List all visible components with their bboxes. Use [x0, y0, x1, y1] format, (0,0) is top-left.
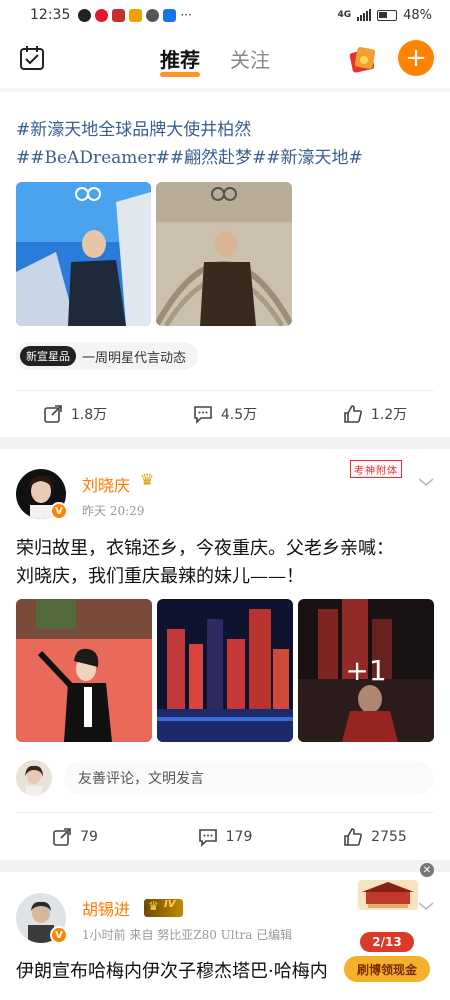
like-count: 1.2万: [370, 407, 408, 423]
like-button[interactable]: 1.2万: [300, 394, 450, 434]
thumbs-up-icon: [344, 405, 362, 423]
promo-banner-image[interactable]: [358, 880, 418, 910]
repost-count: 1.8万: [70, 407, 108, 423]
notification-app-icon: [146, 8, 160, 22]
chevron-down-icon[interactable]: [416, 896, 436, 916]
topic-badge: 新宣星品: [20, 346, 76, 366]
tab-following[interactable]: 关注: [230, 44, 270, 73]
username[interactable]: 胡锡进: [82, 896, 130, 920]
like-count: 2755: [371, 829, 407, 845]
chevron-down-icon[interactable]: [416, 472, 436, 492]
crown-icon: ♛: [140, 470, 155, 489]
topic-chip[interactable]: 新宣星品 一周明星代言动态: [16, 342, 199, 370]
action-divider: [16, 390, 434, 391]
status-time: 12:35: [30, 7, 71, 23]
post2-image[interactable]: [16, 599, 152, 742]
post-text: 荣归故里，衣锦还乡，今夜重庆。父老乡亲喊： 刘晓庆，我们重庆最辣的妹儿——！: [16, 535, 436, 591]
more-notifications: ···: [180, 8, 192, 22]
repost-icon: [44, 405, 62, 423]
hashtag-line[interactable]: #新濠天地全球品牌大使井柏然: [16, 116, 436, 144]
post-text-line: 荣归故里，衣锦还乡，今夜重庆。父老乡亲喊：: [16, 538, 394, 559]
repost-count: 79: [80, 829, 98, 845]
notification-app-icon: [78, 8, 92, 22]
promo-cta-button[interactable]: 刷博领现金: [344, 956, 430, 982]
post1-image[interactable]: [156, 182, 292, 326]
post1-actions: 1.8万 4.5万 1.2万: [0, 394, 450, 434]
status-right: 4G 48%: [337, 8, 432, 23]
notification-app-icon: [112, 8, 126, 22]
comment-input[interactable]: 友善评论，文明发言: [64, 761, 434, 795]
post-meta: 1小时前 来自 努比亚Z80 Ultra 已编辑: [82, 928, 293, 942]
username[interactable]: 刘晓庆: [82, 472, 130, 496]
notification-app-icon: [163, 8, 177, 22]
network-type: 4G: [337, 10, 352, 20]
hashtag-line[interactable]: ##BeADreamer##翩然赴梦##新濠天地#: [16, 144, 436, 172]
compose-button[interactable]: +: [398, 40, 434, 76]
post-divider: [0, 860, 450, 872]
comment-button[interactable]: 179: [150, 817, 300, 857]
topic-text: 一周明星代言动态: [82, 350, 187, 366]
battery-level: 48%: [403, 7, 432, 23]
post-time: 昨天 20:29: [82, 504, 145, 518]
more-images-overlay[interactable]: +1: [298, 599, 434, 742]
repost-button[interactable]: 79: [0, 817, 150, 857]
post-text: 伊朗宣布哈梅内伊次子穆杰塔巴·哈梅内: [16, 958, 346, 986]
promo-progress: 2/13: [360, 932, 414, 952]
comment-icon: [198, 829, 217, 847]
post1-image[interactable]: [16, 182, 151, 326]
notification-icons: ···: [78, 8, 192, 22]
post2-actions: 79 179 2755: [0, 817, 450, 857]
battery-icon: [377, 9, 398, 21]
comment-count: 179: [225, 829, 253, 845]
vip-badge: IV: [144, 899, 184, 917]
action-divider: [16, 812, 434, 813]
comment-box: 友善评论，文明发言: [16, 758, 434, 798]
checkin-icon[interactable]: [18, 44, 46, 72]
stamp-badge: 考神附体: [350, 460, 402, 478]
verified-badge: V: [50, 926, 68, 944]
verified-badge: V: [50, 502, 68, 520]
my-avatar: [16, 760, 52, 796]
red-packet-icon[interactable]: [348, 44, 378, 74]
nav-divider: [0, 88, 450, 92]
comment-icon: [194, 406, 212, 424]
notification-app-icon: [129, 8, 143, 22]
close-icon[interactable]: ✕: [420, 863, 434, 877]
feed-tabs: 推荐 关注: [160, 44, 270, 77]
post1-hashtags[interactable]: #新濠天地全球品牌大使井柏然 ##BeADreamer##翩然赴梦##新濠天地#: [16, 116, 436, 172]
signal-icon: [357, 9, 372, 21]
status-bar: 12:35 ··· 4G 48%: [0, 0, 450, 30]
comment-count: 4.5万: [220, 407, 258, 423]
weibo-icon: [95, 8, 109, 22]
comment-button[interactable]: 4.5万: [150, 394, 300, 434]
repost-icon: [53, 828, 71, 846]
post2-image[interactable]: [157, 599, 293, 742]
post-text-line: 刘晓庆，我们重庆最辣的妹儿——！: [16, 566, 304, 587]
tab-recommend[interactable]: 推荐: [160, 44, 200, 77]
repost-button[interactable]: 1.8万: [0, 394, 150, 434]
top-nav: 推荐 关注 +: [0, 30, 450, 88]
post-text-line: 伊朗宣布哈梅内伊次子穆杰塔巴·哈梅内: [16, 961, 328, 982]
thumbs-up-icon: [344, 828, 363, 846]
like-button[interactable]: 2755: [300, 817, 450, 857]
post-divider: [0, 437, 450, 449]
